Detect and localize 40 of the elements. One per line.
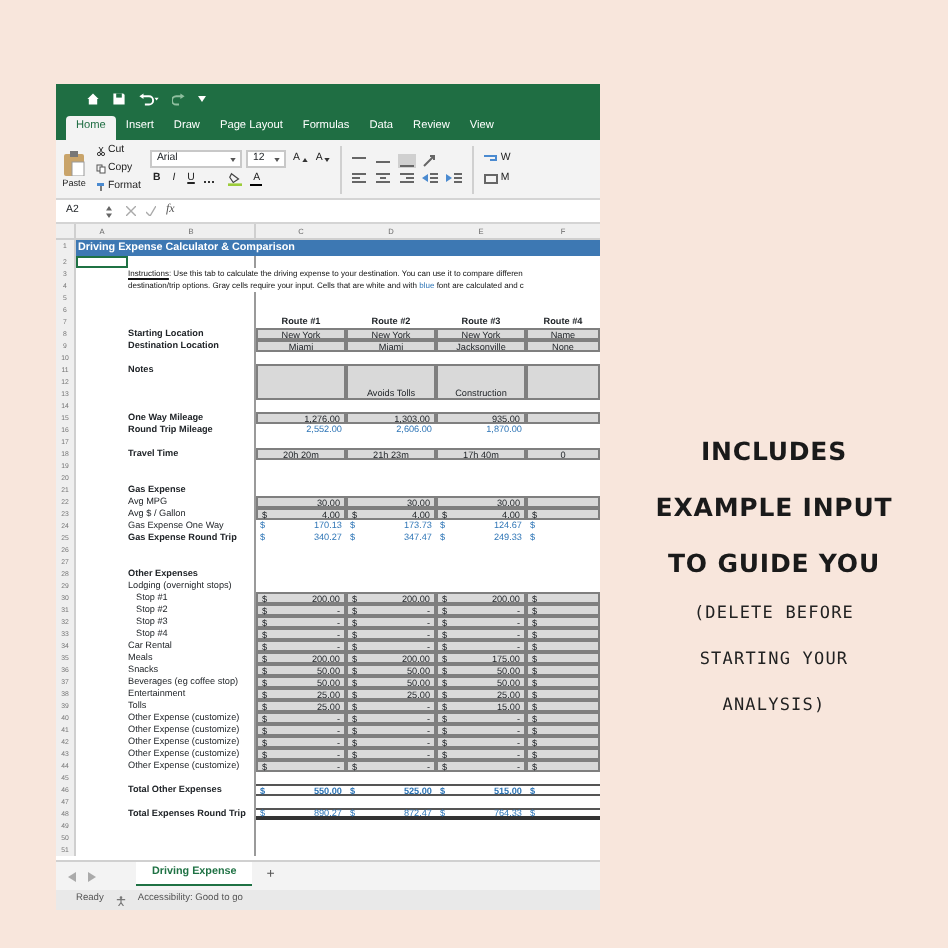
next-sheet-icon[interactable] [88,872,96,882]
align-left-icon[interactable] [350,171,369,185]
previous-sheet-icon[interactable] [68,872,76,882]
headline: INCLUDES EXAMPLE INPUT TO GUIDE YOU [655,434,893,582]
input-cell[interactable] [526,412,600,424]
input-cell[interactable] [256,388,346,400]
input-cell[interactable] [436,364,526,376]
merge-icon [484,173,499,184]
accessibility-icon[interactable] [115,895,126,905]
undo-icon[interactable] [138,92,160,106]
increase-indent-icon[interactable] [446,171,465,185]
note-text: (DELETE BEFORE STARTING YOUR ANALYSIS) [693,602,855,720]
input-cell[interactable] [256,364,346,376]
align-bottom-icon[interactable] [398,153,417,167]
brush-icon [96,182,106,193]
orientation-icon[interactable] [422,153,441,167]
caret-icon [274,157,281,162]
decrease-indent-icon[interactable] [422,171,441,185]
caret-icon [230,157,237,162]
wrap-icon [484,154,499,165]
caret-icon [324,157,331,162]
caret-icon[interactable] [198,96,206,102]
redo-icon[interactable] [172,92,186,106]
input-cell[interactable] [526,364,600,376]
input-cell[interactable] [526,496,600,508]
caret-icon [301,157,308,162]
copy-icon [96,163,106,174]
stepper-icon [106,205,112,217]
fill-color-icon[interactable] [228,172,243,187]
input-cell[interactable] [346,364,436,376]
align-right-icon[interactable] [398,171,417,185]
home-icon[interactable] [86,92,100,106]
align-center-icon[interactable] [374,171,393,185]
clipboard-icon[interactable] [62,149,86,176]
scissors-icon [96,145,106,156]
cancel-icon[interactable] [126,206,136,216]
save-icon[interactable] [112,92,126,106]
check-icon[interactable] [146,206,156,216]
input-cell[interactable] [526,388,600,400]
selected-cell[interactable] [76,256,128,268]
